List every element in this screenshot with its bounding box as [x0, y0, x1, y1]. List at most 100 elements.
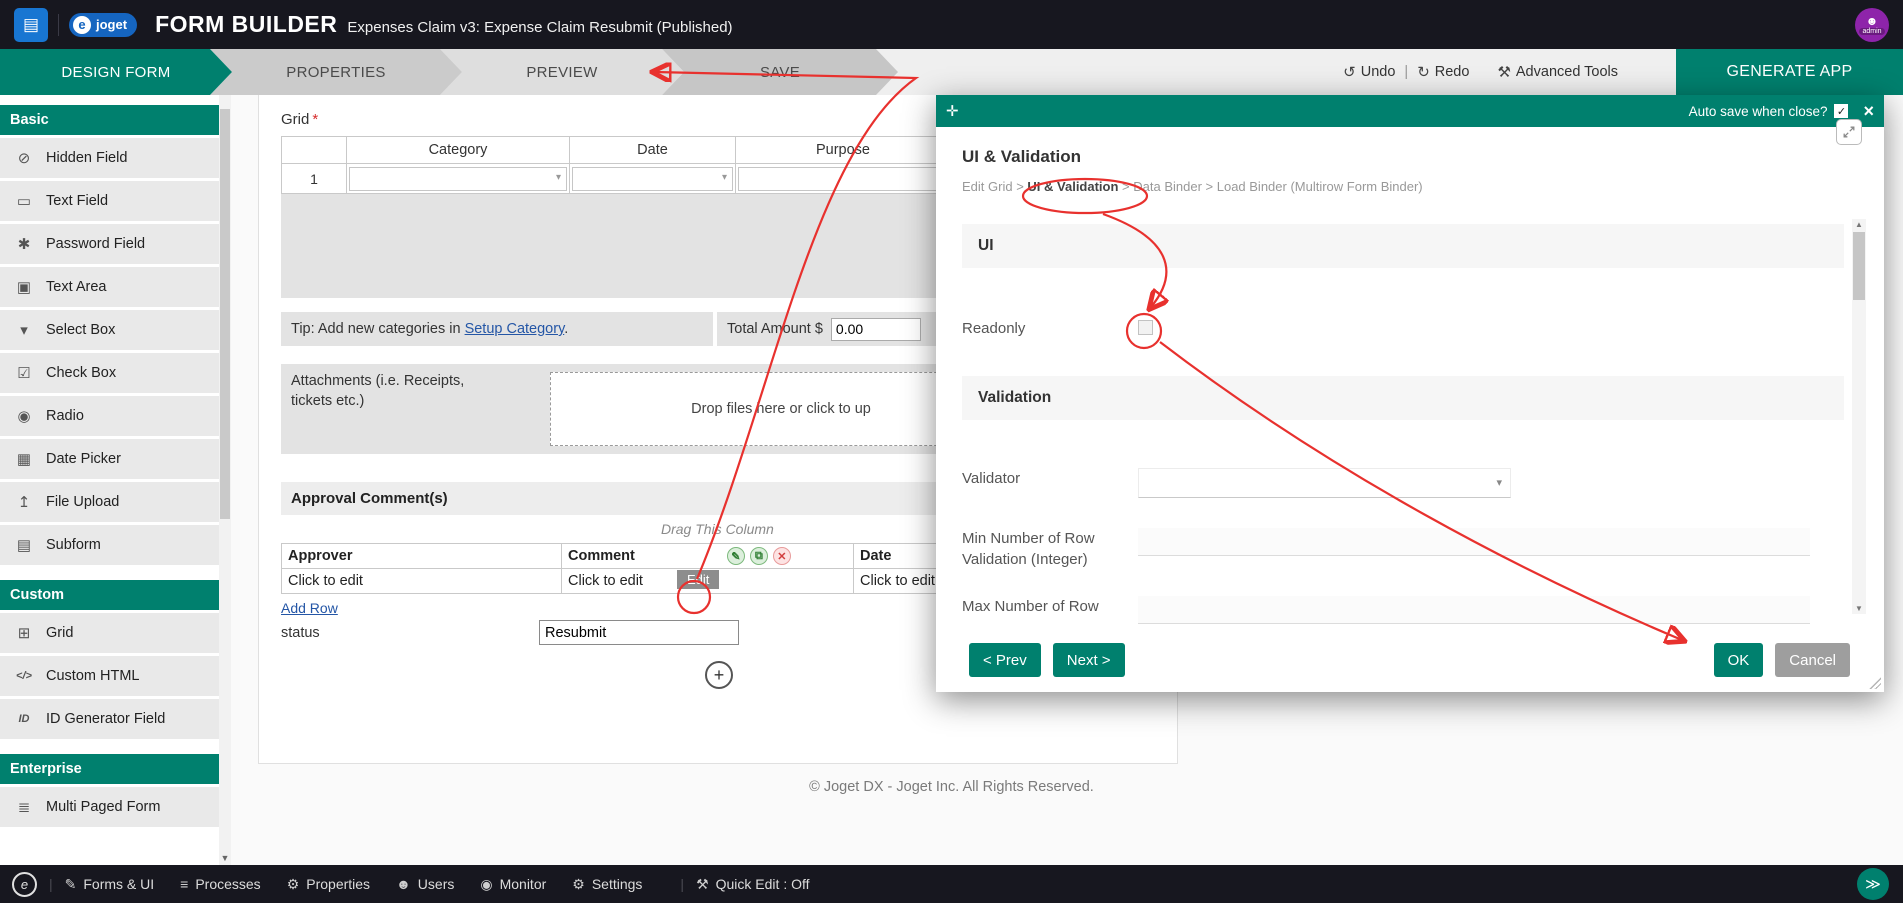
joget-logo[interactable]: e joget [69, 13, 137, 37]
column-edit-icon[interactable]: ✎ [727, 547, 745, 565]
drag-this-column-hint: Drag This Column [281, 521, 1023, 537]
palette-item-text-field[interactable]: ▭ Text Field [0, 181, 219, 221]
palette-item-subform[interactable]: ▤ Subform [0, 525, 219, 565]
breadcrumb-item-data-binder[interactable]: Data Binder [1118, 179, 1201, 194]
nav-monitor[interactable]: ◉ Monitor [480, 876, 546, 893]
move-icon[interactable]: ✛ [946, 102, 959, 120]
redo-icon: ↻ [1417, 63, 1430, 81]
nav-forms-ui[interactable]: ✎ Forms & UI [65, 876, 155, 893]
monitor-icon: ◉ [480, 876, 492, 893]
setup-category-link[interactable]: Setup Category [465, 321, 565, 337]
joget-form-builder-app: ▤ e joget FORM BUILDER Expenses Claim v3… [0, 0, 1903, 903]
palette-item-grid[interactable]: ⊞ Grid [0, 613, 219, 653]
prev-button[interactable]: < Prev [969, 643, 1041, 677]
nav-label: Forms & UI [83, 876, 154, 892]
max-rows-input[interactable] [1138, 596, 1810, 624]
palette-item-custom-html[interactable]: </> Custom HTML [0, 656, 219, 696]
nav-quick-edit[interactable]: ⚒ Quick Edit : Off [696, 876, 809, 893]
readonly-label: Readonly [962, 318, 1138, 339]
grid-col-date: Date [570, 137, 736, 164]
grid-data-row: 1 [282, 164, 951, 194]
column-copy-icon[interactable]: ⧉ [750, 547, 768, 565]
undo-button[interactable]: ↺ Undo [1343, 63, 1395, 81]
form-builder-app-icon[interactable]: ▤ [14, 8, 48, 42]
next-button[interactable]: Next > [1053, 643, 1125, 677]
dialog-footer: < Prev Next > OK Cancel [936, 628, 1884, 692]
expand-nav-button[interactable]: ≫ [1857, 868, 1889, 900]
palette-item-check-box[interactable]: ☑ Check Box [0, 353, 219, 393]
nav-label: Monitor [500, 876, 547, 892]
ok-button[interactable]: OK [1714, 643, 1764, 677]
dialog-resize-handle[interactable] [1868, 676, 1881, 689]
purpose-select[interactable] [738, 167, 948, 191]
validator-dropdown[interactable] [1138, 468, 1511, 498]
expand-dialog-button[interactable] [1836, 119, 1862, 145]
palette-item-multi-paged-form[interactable]: ≣ Multi Paged Form [0, 787, 219, 827]
grid-element-body [281, 194, 1023, 298]
scroll-up-icon[interactable] [1852, 220, 1866, 229]
sidebar-scroll-down-icon[interactable] [219, 853, 231, 863]
palette-section-custom: Custom [0, 580, 219, 610]
breadcrumb-item-ui-validation[interactable]: UI & Validation [1013, 179, 1119, 194]
breadcrumb-item-load-binder[interactable]: Load Binder (Multirow Form Binder) [1202, 179, 1423, 194]
date-select[interactable] [572, 167, 733, 191]
dialog-header[interactable]: ✛ Auto save when close? ✓ × [936, 95, 1884, 127]
palette-item-label: Select Box [46, 322, 115, 338]
generate-app-button[interactable]: GENERATE APP [1676, 49, 1903, 95]
tab-preview[interactable]: PREVIEW [440, 49, 684, 95]
palette-item-label: Subform [46, 537, 101, 553]
dialog-scrollbar[interactable] [1852, 219, 1866, 614]
cancel-button[interactable]: Cancel [1775, 643, 1850, 677]
quick-edit-wrench-icon: ⚒ [696, 876, 709, 893]
column-delete-icon[interactable]: ✕ [773, 547, 791, 565]
radio-icon: ◉ [13, 407, 35, 425]
nav-processes[interactable]: ≡ Processes [180, 876, 261, 892]
close-icon[interactable]: × [1863, 101, 1874, 122]
hidden-field-icon: ⊘ [13, 149, 35, 167]
add-row-link[interactable]: Add Row [281, 600, 338, 616]
palette-item-label: Text Area [46, 279, 106, 295]
advanced-tools-button[interactable]: ⚒ Advanced Tools [1497, 63, 1618, 81]
sidebar-scrollbar[interactable] [219, 95, 231, 865]
nav-properties[interactable]: ⚙ Properties [287, 876, 370, 893]
palette-item-id-generator[interactable]: ID ID Generator Field [0, 699, 219, 739]
status-input[interactable] [539, 620, 739, 645]
tab-properties[interactable]: PROPERTIES [210, 49, 462, 95]
nav-settings[interactable]: ⚙ Settings [572, 876, 642, 893]
palette-item-select-box[interactable]: ▾ Select Box [0, 310, 219, 350]
total-amount-input[interactable] [831, 318, 921, 341]
tab-save[interactable]: SAVE [662, 49, 898, 95]
scroll-down-icon[interactable] [1852, 604, 1866, 613]
palette-item-password-field[interactable]: ✱ Password Field [0, 224, 219, 264]
redo-button[interactable]: ↻ Redo [1417, 63, 1469, 81]
category-select[interactable] [349, 167, 567, 191]
header-titles: FORM BUILDER Expenses Claim v3: Expense … [155, 11, 733, 38]
tip-box: Tip: Add new categories in Setup Categor… [281, 312, 713, 346]
nav-users[interactable]: ☻ Users [396, 876, 454, 892]
palette-item-date-picker[interactable]: ▦ Date Picker [0, 439, 219, 479]
palette-item-radio[interactable]: ◉ Radio [0, 396, 219, 436]
autosave-label: Auto save when close? [1689, 104, 1828, 119]
top-header: ▤ e joget FORM BUILDER Expenses Claim v3… [0, 0, 1903, 49]
min-rows-input[interactable] [1138, 528, 1810, 556]
palette-item-text-area[interactable]: ▣ Text Area [0, 267, 219, 307]
approval-col-approver: Approver [282, 544, 562, 569]
dialog-scrollbar-thumb[interactable] [1853, 232, 1865, 300]
admin-avatar[interactable]: ☻ admin [1855, 8, 1889, 42]
text-field-icon: ▭ [13, 192, 35, 210]
joget-mark-icon[interactable]: e [12, 872, 37, 897]
readonly-checkbox[interactable] [1138, 320, 1153, 335]
autosave-checkbox[interactable]: ✓ [1834, 104, 1848, 118]
code-icon: </> [13, 670, 35, 682]
approver-cell[interactable]: Click to edit [282, 569, 562, 594]
grid-label-text: Grid [281, 111, 309, 128]
bottom-nav-bar: e | ✎ Forms & UI ≡ Processes ⚙ Propertie… [0, 865, 1903, 903]
palette-item-hidden-field[interactable]: ⊘ Hidden Field [0, 138, 219, 178]
processes-icon: ≡ [180, 876, 188, 892]
breadcrumb-item-edit-grid[interactable]: Edit Grid [962, 179, 1013, 194]
tab-design-form[interactable]: DESIGN FORM [0, 49, 232, 95]
add-element-plus-button[interactable]: + [705, 661, 733, 689]
readonly-field-row: Readonly [962, 318, 1844, 339]
sidebar-scrollbar-thumb[interactable] [220, 109, 230, 519]
palette-item-file-upload[interactable]: ↥ File Upload [0, 482, 219, 522]
